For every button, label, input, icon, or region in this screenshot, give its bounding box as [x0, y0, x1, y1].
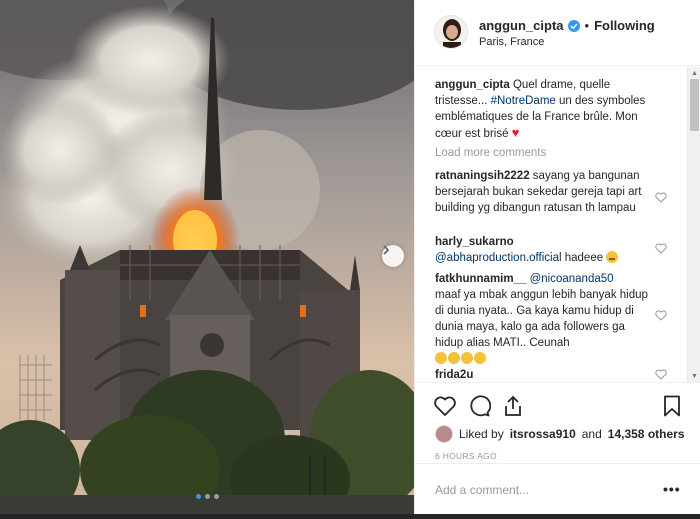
comment-like-heart-icon[interactable] [655, 243, 667, 254]
liked-by-prefix: Liked by [459, 427, 504, 441]
next-photo-button[interactable] [382, 245, 404, 267]
liked-by-and: and [581, 427, 602, 441]
following-button[interactable]: Following [594, 18, 655, 33]
carousel-dot [205, 494, 210, 499]
comment-like-heart-icon[interactable] [655, 192, 667, 203]
notre-dame-fire-image [0, 0, 414, 514]
caption-hashtag[interactable]: #NotreDame [491, 95, 556, 107]
post-header: anggun_cipta • Following Paris, France [415, 0, 700, 66]
comment-text: maaf ya mbak anggun lebih banyak hidup d… [435, 289, 648, 349]
comments-scrollbar[interactable]: ▲ ▼ [687, 67, 700, 382]
verified-badge-icon [567, 19, 580, 32]
comment-like-heart-icon[interactable] [655, 369, 667, 380]
post-photo[interactable] [0, 0, 414, 514]
scroll-down-arrow-icon[interactable]: ▼ [691, 373, 698, 380]
post-modal: anggun_cipta • Following Paris, France a… [0, 0, 700, 514]
comment-item: harly_sukarno @abhaproduction.official h… [435, 234, 653, 266]
carousel-dots [196, 494, 219, 499]
comment-text: hadeee [564, 252, 604, 264]
grimace-emoji-icon [606, 251, 619, 263]
chevron-right-icon [383, 245, 390, 255]
comment-username[interactable]: ratnaningsih2222 [435, 170, 530, 182]
comment-icon[interactable] [467, 394, 491, 418]
likes-count-link[interactable]: 14,358 others [608, 427, 685, 441]
share-icon[interactable] [501, 394, 525, 418]
comment-like-heart-icon[interactable] [655, 310, 667, 321]
bookmark-icon[interactable] [660, 394, 684, 418]
scrollbar-thumb[interactable] [690, 79, 699, 131]
post-timestamp[interactable]: 6 HOURS AGO [435, 451, 497, 461]
laughing-emoji-icon [435, 352, 447, 364]
load-more-comments-link[interactable]: Load more comments [435, 147, 546, 159]
carousel-dot-active [196, 494, 201, 499]
avatar[interactable] [434, 15, 468, 49]
comments-list[interactable]: anggun_cipta Quel drame, quelle tristess… [415, 67, 700, 383]
laughing-emoji-icon [461, 352, 473, 364]
comment-username[interactable]: fatkhunnamim__ [435, 273, 526, 285]
comment-item: frida2u [435, 367, 653, 382]
location-link[interactable]: Paris, France [479, 36, 544, 48]
red-heart-emoji-icon: ♥ [511, 125, 520, 140]
header-user-row: anggun_cipta • Following [479, 18, 655, 33]
carousel-dot [214, 494, 219, 499]
comment-item: fatkhunnamim__ @nicoanandа50 maaf ya mba… [435, 271, 653, 367]
caption: anggun_cipta Quel drame, quelle tristess… [435, 77, 653, 142]
caption-username[interactable]: anggun_cipta [435, 79, 510, 91]
avatar-image [435, 16, 467, 48]
liker-username[interactable]: itsrossa910 [510, 427, 576, 441]
liked-by-row: Liked by itsrossa910 and 14,358 others [435, 425, 685, 443]
more-options-button[interactable]: ••• [663, 481, 681, 497]
comment-username[interactable]: frida2u [435, 369, 473, 381]
post-actions: Liked by itsrossa910 and 14,358 others 6… [415, 384, 700, 464]
separator-dot: • [584, 18, 590, 33]
liker-avatar[interactable] [435, 425, 453, 443]
comment-username[interactable]: harly_sukarno [435, 236, 514, 248]
comment-item: ratnaningsih2222 sayang ya bangunan bers… [435, 168, 653, 216]
laughing-emoji-icon [448, 352, 460, 364]
heart-icon[interactable] [433, 394, 457, 418]
laughing-emoji-icon [474, 352, 486, 364]
comment-mention[interactable]: @nicoanandа50 [530, 273, 614, 285]
scroll-up-arrow-icon[interactable]: ▲ [691, 70, 698, 77]
header-username[interactable]: anggun_cipta [479, 18, 564, 33]
post-side-panel: anggun_cipta • Following Paris, France a… [414, 0, 700, 514]
comment-mention[interactable]: @abhaproduction.official [435, 252, 562, 264]
add-comment-input[interactable]: Add a comment... [435, 483, 529, 497]
